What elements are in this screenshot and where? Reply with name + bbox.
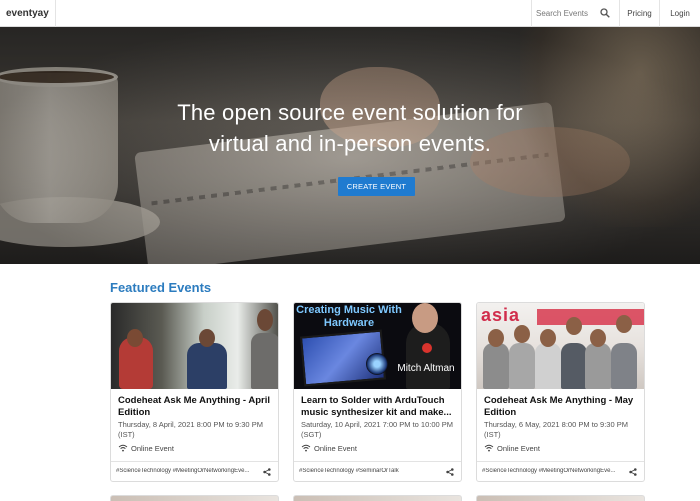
search-icon[interactable]	[600, 8, 610, 18]
search-input[interactable]	[536, 6, 598, 21]
event-image[interactable]: Creating Music With Hardware Mitch Altma…	[294, 303, 461, 389]
share-icon[interactable]	[446, 468, 454, 476]
hero-banner: The open source event solution for virtu…	[0, 27, 700, 264]
event-title[interactable]: Learn to Solder with ArduTouch music syn…	[301, 395, 459, 419]
event-image[interactable]: asia	[477, 303, 644, 389]
card-divider	[111, 461, 278, 462]
event-tags[interactable]: #ScienceTechnology #MeetingOrNetworkingE…	[482, 468, 627, 474]
share-icon[interactable]	[629, 468, 637, 476]
event-tags[interactable]: #ScienceTechnology #SeminarOrTalk	[299, 468, 444, 474]
wifi-icon	[301, 444, 311, 452]
event-tags[interactable]: #ScienceTechnology #MeetingOrNetworkingE…	[116, 468, 261, 474]
event-image-caption: Mitch Altman	[397, 363, 455, 374]
event-date: Thursday, 6 May, 2021 8:00 PM to 9:30 PM…	[484, 420, 628, 439]
nav-pricing-link[interactable]: Pricing	[620, 0, 660, 27]
event-location-label: Online Event	[131, 444, 174, 453]
event-location-label: Online Event	[314, 444, 357, 453]
top-navbar: eventyay Pricing Login	[0, 0, 700, 27]
card-divider	[294, 461, 461, 462]
event-card-peek[interactable]	[110, 495, 279, 501]
event-image-caption: Creating Music With Hardware	[296, 304, 402, 329]
event-title[interactable]: Codeheat Ask Me Anything - April Edition	[118, 395, 276, 419]
share-icon[interactable]	[263, 468, 271, 476]
event-card-peek[interactable]	[476, 495, 645, 501]
nav-login-link[interactable]: Login	[660, 0, 700, 27]
brand-logo[interactable]: eventyay	[0, 0, 56, 27]
event-card[interactable]: Codeheat Ask Me Anything - April Edition…	[110, 302, 279, 482]
card-divider	[477, 461, 644, 462]
wifi-icon	[118, 444, 128, 452]
event-card-peek[interactable]	[293, 495, 462, 501]
event-location: Online Event	[301, 444, 357, 453]
featured-events-heading: Featured Events	[110, 280, 212, 295]
event-title[interactable]: Codeheat Ask Me Anything - May Edition	[484, 395, 642, 419]
hero-title: The open source event solution for virtu…	[177, 100, 523, 156]
event-image-caption: asia	[481, 305, 521, 325]
event-card[interactable]: Creating Music With Hardware Mitch Altma…	[293, 302, 462, 482]
event-date: Thursday, 8 April, 2021 8:00 PM to 9:30 …	[118, 420, 263, 439]
event-location-label: Online Event	[497, 444, 540, 453]
event-image[interactable]	[111, 303, 278, 389]
event-card[interactable]: asia Codeheat Ask Me Anything - May Edit…	[476, 302, 645, 482]
event-location: Online Event	[484, 444, 540, 453]
search-box	[531, 0, 620, 27]
event-date: Saturday, 10 April, 2021 7:00 PM to 10:0…	[301, 420, 454, 439]
event-location: Online Event	[118, 444, 174, 453]
wifi-icon	[484, 444, 494, 452]
create-event-button[interactable]: CREATE EVENT	[338, 177, 415, 196]
